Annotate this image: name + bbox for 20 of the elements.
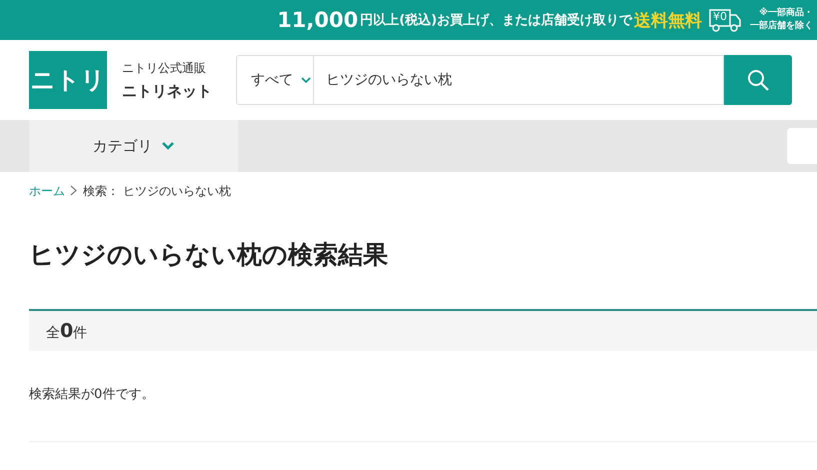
banner-note: ※一部商品・ (759, 7, 813, 20)
no-results-message: 検索結果が0件です。 (29, 386, 156, 403)
banner-amount: 11,000 (277, 8, 358, 32)
page-title: ヒツジのいらない枕の検索結果 (29, 239, 389, 271)
banner-text: 円以上(税込)お買上げ、または店舗受け取りで (360, 12, 632, 29)
chevron-down-icon (160, 141, 174, 151)
chevron-down-icon (301, 76, 311, 84)
result-count: 全0件 (46, 320, 88, 342)
free-shipping-label: 送料無料 (634, 10, 702, 32)
search-icon (746, 68, 770, 92)
nav-field[interactable] (787, 128, 817, 164)
category-menu[interactable]: カテゴリ (29, 120, 238, 172)
site-name: ニトリネット (122, 82, 213, 100)
scope-dropdown[interactable]: すべて (236, 55, 314, 105)
breadcrumb-separator-icon (70, 184, 78, 198)
search-button[interactable] (724, 55, 792, 105)
search-field[interactable]: ヒツジのいらない枕 (314, 55, 724, 105)
tagline: ニトリ公式通販 (122, 60, 207, 76)
banner-note: 一部店舗を除く (750, 20, 813, 33)
breadcrumb-current: 検索： ヒツジのいらない枕 (83, 183, 231, 200)
